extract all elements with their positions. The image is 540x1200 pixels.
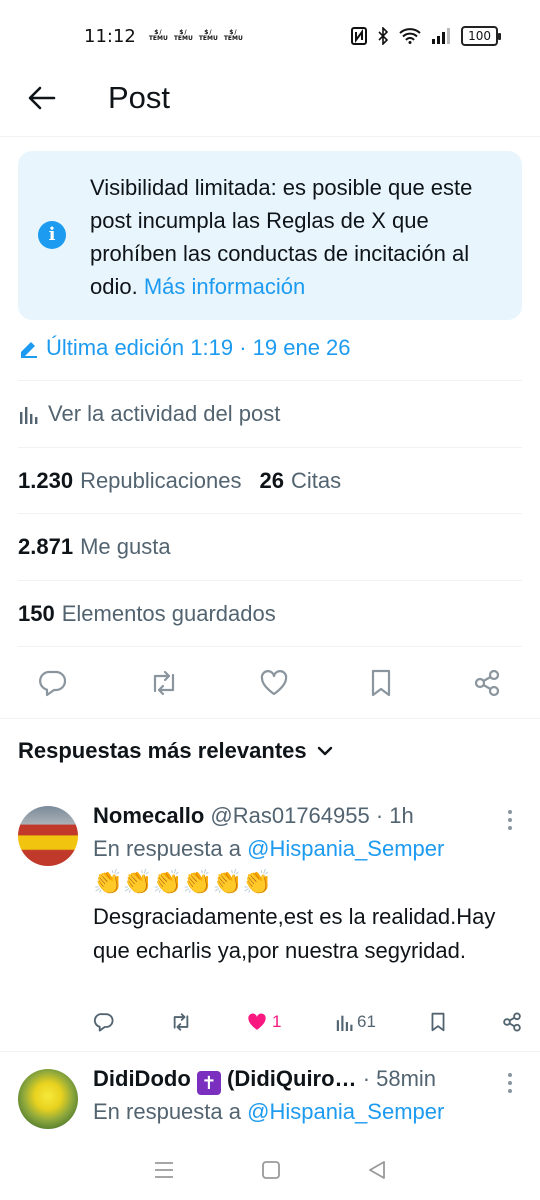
temu-notification-icon: $/TEMU — [223, 29, 243, 42]
analytics-icon — [336, 1015, 353, 1031]
heart-icon[interactable] — [259, 669, 289, 697]
post-activity-label: Ver la actividad del post — [48, 400, 281, 426]
reply-author-name-suffix[interactable]: (DidiQuiro… — [227, 1066, 357, 1091]
reply-content: Nomecallo @Ras01764955 · 1h En respuesta… — [93, 800, 513, 968]
status-bar: 11:12 $/TEMU $/TEMU $/TEMU $/TEMU 100 — [0, 0, 540, 72]
reply-views-button[interactable]: 61 — [335, 1012, 376, 1032]
bookmarks-label: Elementos guardados — [61, 600, 276, 626]
reply-time: · 58min — [362, 1066, 437, 1091]
bookmark-icon — [432, 1012, 445, 1032]
replies-sort-dropdown[interactable]: Respuestas más relevantes — [18, 738, 333, 764]
reposts-link[interactable]: 1.230 Republicaciones — [18, 468, 242, 494]
reply-icon[interactable] — [38, 669, 68, 697]
more-info-link[interactable]: Más información — [144, 274, 305, 299]
reply-author-name[interactable]: DidiDodo — [93, 1066, 191, 1091]
reply-prefix: En respuesta a — [93, 836, 241, 861]
repost-icon — [173, 1013, 188, 1031]
edit-history-link[interactable]: Última edición 1:19 · 19 ene 26 — [18, 332, 351, 364]
reply-context: En respuesta a @Hispania_Semper — [93, 1095, 513, 1129]
reply-mention-link[interactable]: @Hispania_Semper — [247, 836, 444, 861]
battery-indicator: 100 — [461, 26, 501, 46]
reply-like-count: 1 — [272, 1012, 282, 1031]
status-icons: 100 — [351, 26, 501, 46]
quotes-link[interactable]: 26 Citas — [260, 468, 342, 494]
reply-emojis: 👏👏👏👏👏👏 — [93, 869, 273, 896]
notification-icons: $/TEMU $/TEMU $/TEMU $/TEMU — [148, 30, 244, 42]
reply-view-count: 61 — [357, 1012, 376, 1031]
header-divider — [0, 136, 540, 137]
reply-content: DidiDodo ✝ (DidiQuiro… · 58min En respue… — [93, 1063, 513, 1129]
menu-icon[interactable] — [153, 1161, 175, 1179]
system-nav-bar — [0, 1140, 540, 1200]
stats-row-bookmarks: 150 Elementos guardados — [18, 580, 522, 646]
heart-filled-icon — [248, 1013, 266, 1030]
post-action-bar — [18, 646, 522, 718]
edit-history-label: Última edición 1:19 · 19 ene 26 — [46, 335, 351, 360]
share-icon[interactable] — [472, 669, 502, 697]
likes-count: 2.871 — [18, 533, 74, 559]
status-time: 11:12 — [84, 25, 136, 47]
avatar[interactable] — [18, 1069, 78, 1129]
reply-mention-link[interactable]: @Hispania_Semper — [247, 1099, 444, 1124]
info-icon: i — [38, 221, 66, 249]
nfc-icon — [351, 27, 368, 45]
temu-notification-icon: $/TEMU — [148, 29, 168, 42]
analytics-icon — [20, 406, 38, 424]
bluetooth-icon — [378, 27, 389, 45]
bookmarks-count: 150 — [18, 600, 55, 626]
latin-cross-emoji-icon: ✝ — [196, 1071, 221, 1095]
reply-prefix: En respuesta a — [93, 1099, 241, 1124]
reposts-label: Republicaciones — [80, 467, 242, 493]
chevron-down-icon — [317, 746, 332, 756]
reply-share-button[interactable] — [501, 1012, 523, 1032]
reply-author-handle[interactable]: @Ras01764955 — [210, 803, 369, 828]
temu-notification-icon: $/TEMU — [173, 29, 193, 42]
bookmark-icon[interactable] — [368, 669, 394, 697]
reply-item[interactable]: Nomecallo @Ras01764955 · 1h En respuesta… — [0, 800, 540, 1052]
reply-action-bar: 1 61 — [93, 1012, 523, 1032]
reply-icon — [93, 1013, 114, 1032]
reply-context: En respuesta a @Hispania_Semper — [93, 832, 513, 866]
reply-reply-button[interactable] — [93, 1012, 115, 1032]
wifi-icon — [399, 28, 421, 44]
reply-text: Desgraciadamente,est es la realidad.Hay … — [93, 904, 496, 963]
arrow-left-icon — [28, 86, 56, 110]
post-activity-link[interactable]: Ver la actividad del post — [18, 380, 522, 446]
reply-header: Nomecallo @Ras01764955 · 1h — [93, 800, 513, 832]
quotes-label: Citas — [290, 467, 342, 493]
home-icon[interactable] — [261, 1160, 281, 1180]
more-options-icon[interactable] — [502, 808, 518, 832]
page-title: Post — [108, 80, 171, 115]
more-options-icon[interactable] — [502, 1071, 518, 1095]
temu-notification-icon: $/TEMU — [198, 29, 218, 42]
reply-time: · 1h — [375, 803, 414, 828]
repost-icon[interactable] — [147, 669, 181, 697]
reply-bookmark-button[interactable] — [429, 1012, 447, 1032]
quotes-count: 26 — [259, 467, 284, 493]
notice-text: Visibilidad limitada: es posible que est… — [90, 171, 510, 303]
share-icon — [503, 1012, 521, 1032]
reply-header: DidiDodo ✝ (DidiQuiro… · 58min — [93, 1063, 513, 1095]
stats-row-likes[interactable]: 2.871 Me gusta — [18, 513, 522, 579]
pencil-icon — [21, 342, 37, 358]
reply-author-name[interactable]: Nomecallo — [93, 803, 204, 828]
reposts-count: 1.230 — [18, 467, 74, 493]
limited-visibility-notice: i Visibilidad limitada: es posible que e… — [18, 151, 522, 320]
likes-label: Me gusta — [80, 533, 171, 559]
reply-repost-button[interactable] — [169, 1012, 193, 1032]
reply-item[interactable]: DidiDodo ✝ (DidiQuiro… · 58min En respue… — [0, 1063, 540, 1143]
back-button[interactable] — [24, 80, 60, 116]
stats-row-reposts: 1.230 Republicaciones 26 Citas — [18, 447, 522, 513]
replies-sort-label: Respuestas más relevantes — [18, 738, 307, 763]
signal-icon — [432, 28, 451, 44]
avatar[interactable] — [18, 806, 78, 866]
section-divider — [0, 718, 540, 719]
reply-like-button[interactable]: 1 — [246, 1012, 282, 1032]
back-nav-icon[interactable] — [367, 1160, 387, 1180]
header: Post — [0, 72, 540, 136]
